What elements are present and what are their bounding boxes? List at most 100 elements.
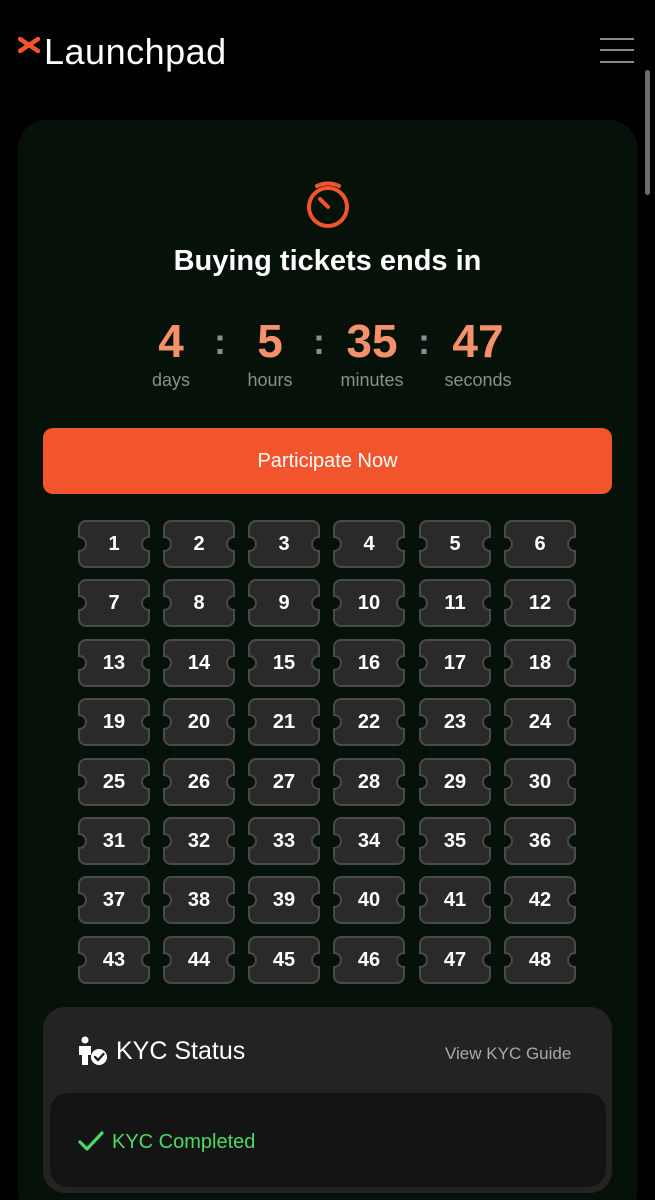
- ticket-number: 3: [278, 533, 290, 555]
- ticket-number: 43: [102, 949, 126, 971]
- ticket-button[interactable]: 23: [419, 698, 491, 746]
- ticket-number: 9: [278, 592, 290, 614]
- ticket-button[interactable]: 29: [419, 758, 491, 806]
- hamburger-menu-icon[interactable]: [600, 36, 634, 66]
- kyc-completed-status: KYC Completed: [112, 1131, 256, 1153]
- ticket-number: 42: [528, 889, 552, 911]
- ticket-number: 32: [187, 830, 211, 852]
- participate-now-button[interactable]: Participate Now: [43, 428, 612, 494]
- countdown-days-value: 4: [158, 315, 184, 367]
- ticket-number: 15: [272, 652, 296, 674]
- ticket-button[interactable]: 14: [163, 639, 235, 687]
- ticket-number: 48: [528, 949, 552, 971]
- ticket-button[interactable]: 32: [163, 817, 235, 865]
- ticket-number: 36: [528, 830, 552, 852]
- ticket-button[interactable]: 46: [333, 936, 405, 984]
- countdown-minutes-label: minutes: [340, 370, 404, 390]
- ticket-number: 45: [272, 949, 296, 971]
- ticket-button[interactable]: 20: [163, 698, 235, 746]
- ticket-button[interactable]: 42: [504, 876, 576, 924]
- brand-name: Launchpad: [44, 31, 227, 72]
- ticket-number: 35: [443, 830, 467, 852]
- brand-x-icon: [18, 36, 41, 54]
- ticket-number: 13: [102, 652, 126, 674]
- ticket-button[interactable]: 25: [78, 758, 150, 806]
- ticket-button[interactable]: 17: [419, 639, 491, 687]
- ticket-button[interactable]: 31: [78, 817, 150, 865]
- ticket-number: 17: [443, 652, 467, 674]
- ticket-button[interactable]: 40: [333, 876, 405, 924]
- stopwatch-icon: [307, 181, 349, 228]
- ticket-button[interactable]: 39: [248, 876, 320, 924]
- ticket-number: 21: [272, 711, 296, 733]
- ticket-button[interactable]: 16: [333, 639, 405, 687]
- ticket-button[interactable]: 33: [248, 817, 320, 865]
- ticket-button[interactable]: 8: [163, 579, 235, 627]
- ticket-button[interactable]: 34: [333, 817, 405, 865]
- ticket-button[interactable]: 27: [248, 758, 320, 806]
- ticket-button[interactable]: 4: [333, 520, 405, 568]
- countdown-seconds-label: seconds: [444, 370, 512, 390]
- ticket-button[interactable]: 43: [78, 936, 150, 984]
- ticket-number: 31: [102, 830, 126, 852]
- ticket-button[interactable]: 22: [333, 698, 405, 746]
- countdown-hours-value: 5: [257, 315, 283, 367]
- ticket-number: 29: [443, 771, 467, 793]
- ticket-button[interactable]: 36: [504, 817, 576, 865]
- ticket-button[interactable]: 18: [504, 639, 576, 687]
- ticket-number: 40: [357, 889, 381, 911]
- ticket-button[interactable]: 44: [163, 936, 235, 984]
- ticket-button[interactable]: 1: [78, 520, 150, 568]
- ticket-button[interactable]: 26: [163, 758, 235, 806]
- ticket-button[interactable]: 7: [78, 579, 150, 627]
- ticket-button[interactable]: 24: [504, 698, 576, 746]
- ticket-number: 18: [528, 652, 552, 674]
- ticket-button[interactable]: 10: [333, 579, 405, 627]
- ticket-number: 24: [528, 711, 552, 733]
- ticket-button[interactable]: 28: [333, 758, 405, 806]
- ticket-button[interactable]: 2: [163, 520, 235, 568]
- ticket-button[interactable]: 6: [504, 520, 576, 568]
- ticket-button[interactable]: 5: [419, 520, 491, 568]
- ticket-number: 7: [108, 592, 120, 614]
- page-scrollbar[interactable]: [645, 70, 650, 195]
- ticket-button[interactable]: 13: [78, 639, 150, 687]
- countdown-days-label: days: [151, 370, 191, 390]
- countdown-minutes-value: 35: [346, 315, 398, 367]
- ticket-number: 8: [193, 592, 205, 614]
- ticket-number: 47: [443, 949, 467, 971]
- ticket-button[interactable]: 3: [248, 520, 320, 568]
- person-verified-icon: [79, 1036, 107, 1065]
- view-kyc-guide-link[interactable]: View KYC Guide: [445, 1042, 571, 1066]
- ticket-button[interactable]: 19: [78, 698, 150, 746]
- ticket-number: 44: [187, 949, 211, 971]
- ticket-number: 38: [187, 889, 211, 911]
- countdown-timer: 4 days : 5 hours : 35 minutes : 47 secon…: [0, 312, 655, 392]
- ticket-button[interactable]: 47: [419, 936, 491, 984]
- ticket-number: 19: [102, 711, 126, 733]
- ticket-button[interactable]: 12: [504, 579, 576, 627]
- ticket-number: 41: [443, 889, 467, 911]
- ticket-button[interactable]: 38: [163, 876, 235, 924]
- ticket-button[interactable]: 11: [419, 579, 491, 627]
- ticket-number: 10: [357, 592, 381, 614]
- ticket-button[interactable]: 9: [248, 579, 320, 627]
- ticket-button[interactable]: 21: [248, 698, 320, 746]
- ticket-button[interactable]: 15: [248, 639, 320, 687]
- ticket-number: 33: [272, 830, 296, 852]
- ticket-button[interactable]: 30: [504, 758, 576, 806]
- ticket-number: 46: [357, 949, 381, 971]
- ticket-button[interactable]: 45: [248, 936, 320, 984]
- countdown-seconds-value: 47: [452, 315, 504, 367]
- ticket-button[interactable]: 35: [419, 817, 491, 865]
- countdown-hours: 5 hours: [220, 312, 320, 390]
- countdown-days: 4 days: [121, 312, 221, 390]
- countdown-seconds: 47 seconds: [428, 312, 528, 390]
- ticket-number: 37: [102, 889, 126, 911]
- ticket-number: 25: [102, 771, 126, 793]
- ticket-number: 12: [528, 592, 552, 614]
- ticket-button[interactable]: 37: [78, 876, 150, 924]
- brand-logo[interactable]: Launchpad: [18, 30, 227, 74]
- ticket-button[interactable]: 41: [419, 876, 491, 924]
- ticket-button[interactable]: 48: [504, 936, 576, 984]
